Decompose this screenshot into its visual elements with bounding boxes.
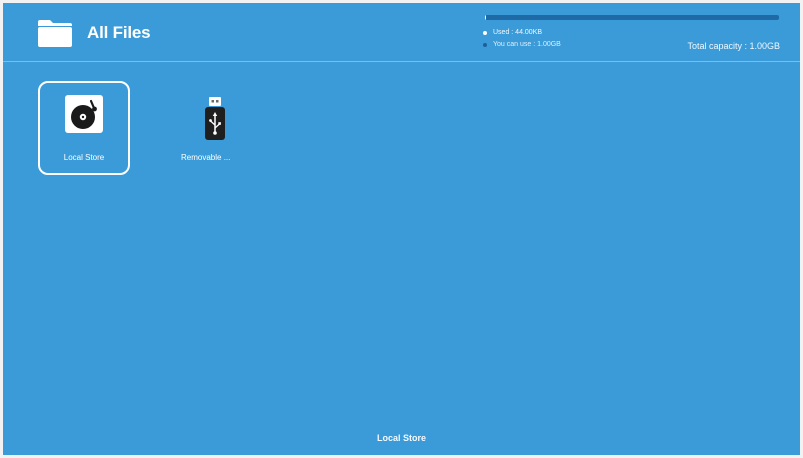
- storage-capacity-bar: [485, 15, 779, 20]
- used-dot-icon: [483, 30, 487, 35]
- header-bar: All Files Used : 44.00KB You can use : 1…: [3, 3, 800, 62]
- free-dot-icon: [483, 42, 487, 47]
- used-legend: Used : 44.00KB: [483, 29, 542, 36]
- storage-tile-local-store[interactable]: Local Store: [38, 81, 130, 175]
- file-manager-screen: All Files Used : 44.00KB You can use : 1…: [3, 3, 800, 455]
- usb-drive-icon: [205, 97, 225, 140]
- folder-icon: [38, 20, 72, 47]
- page-title: All Files: [87, 23, 151, 42]
- storage-used-fill: [485, 15, 486, 20]
- vinyl-record-icon: [65, 95, 103, 133]
- storage-tile-label: Removable ...: [181, 153, 231, 162]
- free-legend: You can use : 1.00GB: [483, 41, 561, 48]
- storage-tile-label: Local Store: [63, 153, 105, 162]
- storage-tile-removable[interactable]: Removable ...: [169, 81, 261, 175]
- free-label: You can use : 1.00GB: [493, 41, 561, 48]
- total-capacity-label: Total capacity : 1.00GB: [687, 41, 780, 51]
- used-label: Used : 44.00KB: [493, 29, 543, 36]
- footer-current-location: Local Store: [376, 433, 426, 443]
